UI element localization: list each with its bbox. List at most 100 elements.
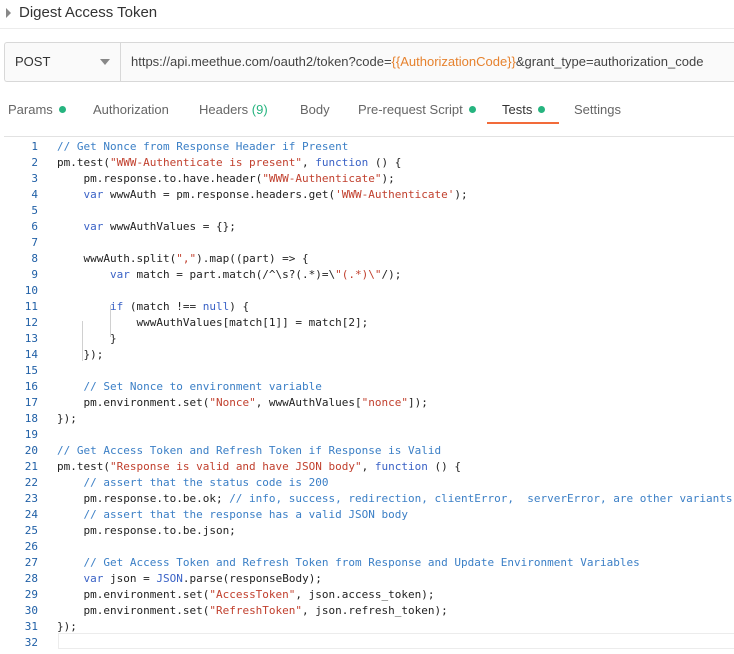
- status-dot-icon: [468, 106, 476, 113]
- tab-params[interactable]: Params: [8, 102, 66, 117]
- request-title[interactable]: Digest Access Token: [19, 4, 157, 21]
- request-tabs: Params Authorization Headers (9) Body Pr…: [0, 92, 734, 126]
- code-text: });: [57, 412, 77, 425]
- request-bar: POST https://api.meethue.com/oauth2/toke…: [4, 42, 734, 82]
- code-text: pm.environment.set("RefreshToken", json.…: [57, 604, 448, 617]
- method-select[interactable]: POST: [5, 43, 121, 81]
- line-number: 29: [24, 588, 38, 601]
- tab-headers[interactable]: Headers (9): [199, 102, 268, 117]
- url-input[interactable]: https://api.meethue.com/oauth2/token?cod…: [131, 54, 703, 69]
- line-number: 26: [24, 540, 38, 553]
- code-text: // Get Access Token and Refresh Token if…: [57, 444, 442, 457]
- tab-tests-label: Tests: [502, 102, 533, 117]
- tab-params-label: Params: [8, 102, 53, 117]
- code-line[interactable]: 24 // assert that the response has a val…: [4, 507, 734, 523]
- code-line[interactable]: 13 }: [4, 331, 734, 347]
- code-line[interactable]: 31});: [4, 619, 734, 635]
- code-line[interactable]: 5: [4, 203, 734, 219]
- code-line[interactable]: 18});: [4, 411, 734, 427]
- status-dot-icon: [538, 106, 546, 113]
- code-text: // assert that the response has a valid …: [83, 508, 409, 521]
- tab-headers-label: Headers: [199, 102, 249, 117]
- code-line[interactable]: 17 pm.environment.set("Nonce", wwwAuthVa…: [4, 395, 734, 411]
- active-tab-indicator: [487, 122, 559, 124]
- code-line[interactable]: 32: [4, 635, 734, 651]
- code-line[interactable]: 3 pm.response.to.have.header("WWW-Authen…: [4, 171, 734, 187]
- code-line[interactable]: 19: [4, 427, 734, 443]
- line-number: 21: [24, 460, 38, 473]
- code-line[interactable]: 11 if (match !== null) {: [4, 299, 734, 315]
- tab-tests[interactable]: Tests: [502, 102, 546, 117]
- line-number: 24: [24, 508, 38, 521]
- line-number: 8: [31, 252, 38, 265]
- line-number: 28: [24, 572, 38, 585]
- code-line[interactable]: 30 pm.environment.set("RefreshToken", js…: [4, 603, 734, 619]
- code-line[interactable]: 29 pm.environment.set("AccessToken", jso…: [4, 587, 734, 603]
- url-prefix: https://api.meethue.com/oauth2/token?cod…: [131, 54, 392, 69]
- code-editor[interactable]: 1 // Get Nonce from Response Header if Pr…: [4, 136, 734, 654]
- url-variable: {{AuthorizationCode}}: [391, 54, 516, 69]
- code-text: pm.environment.set("AccessToken", json.a…: [57, 588, 435, 601]
- line-number: 11: [24, 300, 38, 313]
- tab-settings[interactable]: Settings: [574, 102, 621, 117]
- code-text: pm.environment.set("Nonce", wwwAuthValue…: [57, 396, 428, 409]
- code-text: pm.test("Response is valid and have JSON…: [57, 460, 462, 473]
- line-number: 12: [24, 316, 38, 329]
- line-number: 16: [24, 380, 38, 393]
- code-line[interactable]: 27 // Get Access Token and Refresh Token…: [4, 555, 734, 571]
- code-line[interactable]: 22 // assert that the status code is 200: [4, 475, 734, 491]
- code-text: });: [57, 620, 77, 633]
- line-number: 31: [24, 620, 38, 633]
- code-line[interactable]: 6 var wwwAuthValues = {};: [4, 219, 734, 235]
- code-line[interactable]: 9 var match = part.match(/^\s?(.*)=\"(.*…: [4, 267, 734, 283]
- caret-right-icon[interactable]: [6, 8, 11, 18]
- code-text: pm.test("WWW-Authenticate is present", f…: [57, 156, 402, 169]
- line-number: 20: [24, 444, 38, 457]
- code-line[interactable]: 10: [4, 283, 734, 299]
- line-number: 10: [24, 284, 38, 297]
- code-text: // Get Nonce from Response Header if Pre…: [57, 140, 349, 153]
- line-number: 25: [24, 524, 38, 537]
- code-line[interactable]: 2 pm.test("WWW-Authenticate is present", …: [4, 155, 734, 171]
- code-line[interactable]: 8 wwwAuth.split(",").map((part) => {: [4, 251, 734, 267]
- tab-prerequest-label: Pre-request Script: [358, 102, 463, 117]
- line-number: 18: [24, 412, 38, 425]
- code-text: var match = part.match(/^\s?(.*)=\"(.*)\…: [109, 268, 402, 281]
- tab-body[interactable]: Body: [300, 102, 330, 117]
- line-number: 2: [31, 156, 38, 169]
- code-text: wwwAuthValues[match[1]] = match[2];: [57, 316, 369, 329]
- code-text: var wwwAuth = pm.response.headers.get('W…: [83, 188, 468, 201]
- line-number: 4: [31, 188, 38, 201]
- code-text: }: [57, 332, 117, 345]
- code-line[interactable]: 23 pm.response.to.be.ok; // info, succes…: [4, 491, 734, 507]
- code-text: pm.response.to.have.header("WWW-Authenti…: [57, 172, 395, 185]
- tab-prerequest-script[interactable]: Pre-request Script: [358, 102, 476, 117]
- line-number: 5: [31, 204, 38, 217]
- line-number: 23: [24, 492, 38, 505]
- chevron-down-icon: [100, 59, 110, 65]
- code-line[interactable]: 4 var wwwAuth = pm.response.headers.get(…: [4, 187, 734, 203]
- code-line[interactable]: 25 pm.response.to.be.json;: [4, 523, 734, 539]
- tab-authorization[interactable]: Authorization: [93, 102, 169, 117]
- code-line[interactable]: 7: [4, 235, 734, 251]
- code-line[interactable]: 20 // Get Access Token and Refresh Token …: [4, 443, 734, 459]
- code-text: pm.response.to.be.ok; // info, success, …: [57, 492, 733, 505]
- line-number: 14: [24, 348, 38, 361]
- code-text: var wwwAuthValues = {};: [83, 220, 236, 233]
- line-number: 15: [24, 364, 38, 377]
- line-number: 19: [24, 428, 38, 441]
- code-text: // Get Access Token and Refresh Token fr…: [83, 556, 640, 569]
- url-suffix: &grant_type=authorization_code: [515, 54, 704, 69]
- code-line[interactable]: 14 });: [4, 347, 734, 363]
- method-label: POST: [15, 54, 51, 69]
- code-text: });: [57, 348, 104, 361]
- code-line[interactable]: 21 pm.test("Response is valid and have JS…: [4, 459, 734, 475]
- line-number: 9: [31, 268, 38, 281]
- code-line[interactable]: 28 var json = JSON.parse(responseBody);: [4, 571, 734, 587]
- code-line[interactable]: 12 wwwAuthValues[match[1]] = match[2];: [4, 315, 734, 331]
- code-line[interactable]: 16 // Set Nonce to environment variable: [4, 379, 734, 395]
- status-dot-icon: [58, 106, 66, 113]
- code-line[interactable]: 1 // Get Nonce from Response Header if Pr…: [4, 139, 734, 155]
- code-line[interactable]: 26: [4, 539, 734, 555]
- code-line[interactable]: 15: [4, 363, 734, 379]
